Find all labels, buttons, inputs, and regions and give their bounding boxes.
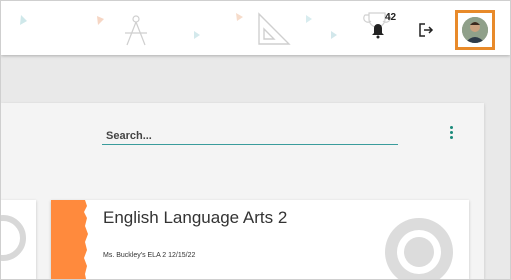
course-card[interactable]: English Language Arts 2 Ms. Buckley's EL…: [51, 200, 469, 279]
search-input[interactable]: [102, 127, 398, 145]
course-decor-icon: [1, 215, 26, 261]
logout-icon: [419, 23, 434, 37]
course-target-icon: [385, 218, 453, 279]
course-subtitle: Ms. Buckley's ELA 2 12/15/22: [103, 252, 196, 259]
profile-avatar-button[interactable]: [455, 10, 495, 50]
kebab-dot: [449, 136, 453, 139]
logout-button[interactable]: [418, 22, 434, 38]
course-color-strip: [51, 200, 88, 279]
app-window: 42 Search... English Language Arts 2 Ms.…: [0, 0, 511, 280]
user-avatar-icon: [462, 17, 488, 43]
more-options-button[interactable]: [447, 126, 455, 142]
course-card-partial[interactable]: [1, 200, 36, 279]
course-title: English Language Arts 2: [103, 208, 288, 227]
points-badge-count: 42: [385, 12, 397, 23]
kebab-dot: [449, 126, 453, 129]
avatar: [462, 17, 488, 43]
top-bar: 42: [1, 1, 510, 55]
kebab-dot: [449, 131, 453, 134]
